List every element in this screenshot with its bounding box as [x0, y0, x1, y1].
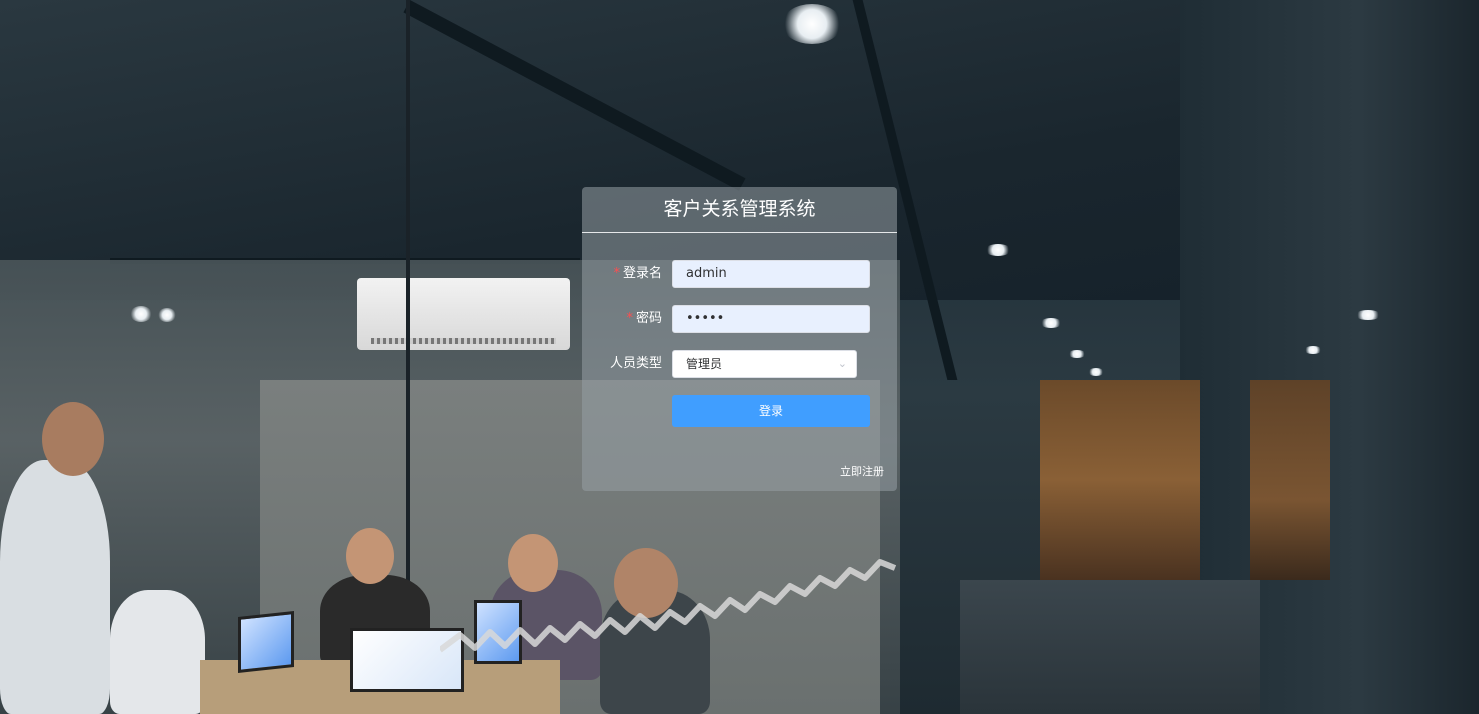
ceiling-light [1068, 350, 1086, 358]
role-select[interactable]: 管理员 ⌄ [672, 350, 857, 378]
ceiling-light [1040, 318, 1062, 328]
person-head [42, 402, 104, 476]
laptop [238, 611, 294, 673]
title-divider [582, 232, 897, 233]
ceiling-light [1355, 310, 1381, 320]
login-button[interactable]: 登录 [672, 395, 870, 427]
password-input[interactable]: ••••• [672, 305, 870, 333]
role-label: 人员类型 [609, 356, 662, 371]
ceiling-light [782, 4, 842, 44]
corridor [1040, 380, 1200, 580]
ceiling-light [130, 306, 152, 322]
ceiling-light [985, 244, 1011, 256]
system-title: 客户关系管理系统 [663, 198, 816, 220]
ceiling-light [1088, 368, 1104, 376]
person [110, 590, 205, 714]
air-conditioner [357, 278, 570, 350]
password-label: * 密码 [582, 309, 662, 329]
person-head [346, 528, 394, 584]
login-panel: 客户关系管理系统 * 登录名 admin * 密码 ••••• 人员类型 管理员 ⌄… [582, 187, 897, 491]
person [0, 460, 110, 714]
username-label: * 登录名 [582, 264, 662, 284]
username-input[interactable]: admin [672, 260, 870, 288]
register-link[interactable]: 立即注册 [840, 463, 884, 479]
corridor-far [1250, 380, 1330, 580]
corridor-floor [960, 580, 1260, 714]
role-select-value: 管理员 [686, 357, 723, 371]
ceiling-light [1304, 346, 1322, 354]
ceiling-light [158, 308, 176, 322]
required-mark: * [613, 266, 620, 281]
required-mark: * [626, 311, 633, 326]
password-label-text: 密码 [635, 311, 662, 326]
glass-decal [440, 559, 897, 653]
chevron-down-icon: ⌄ [837, 357, 847, 370]
username-label-text: 登录名 [622, 266, 662, 281]
